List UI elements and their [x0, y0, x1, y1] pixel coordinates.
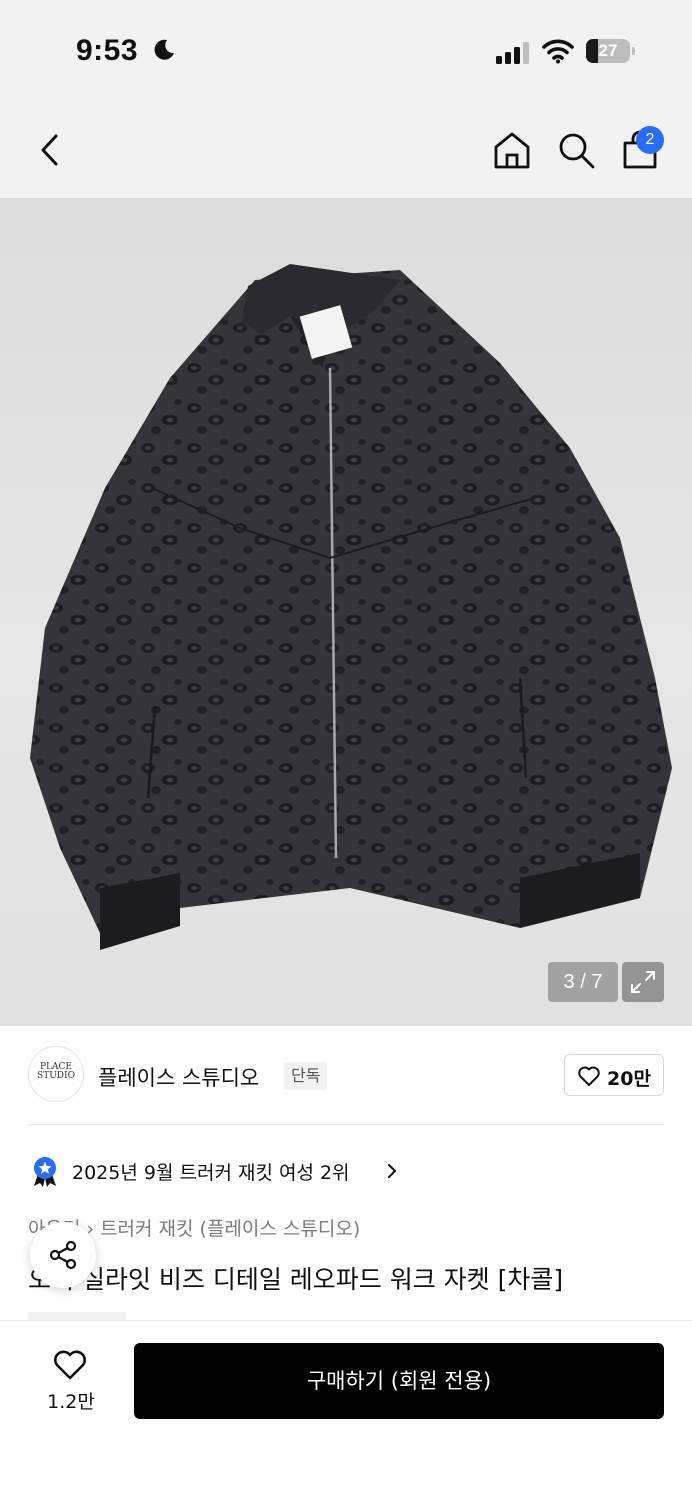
- exclusive-tag: 단독: [284, 1062, 328, 1090]
- wifi-icon: [542, 39, 574, 64]
- buy-button[interactable]: 구매하기 (회원 전용): [134, 1343, 664, 1419]
- chevron-right-icon: [388, 1164, 397, 1178]
- share-button[interactable]: [30, 1222, 96, 1288]
- share-icon: [49, 1240, 77, 1270]
- battery-indicator: 27: [586, 39, 636, 63]
- ranking-badge-icon: [34, 1157, 56, 1187]
- top-nav-bar: [0, 100, 692, 198]
- divider: [28, 1124, 664, 1125]
- ranking-text: 2025년 9월 트러커 재킷 여성 2위: [72, 1162, 350, 1184]
- brand-logo[interactable]: PLACE STUDIO: [28, 1046, 84, 1102]
- back-button[interactable]: [34, 130, 66, 170]
- image-counter: 3 / 7: [548, 962, 618, 1002]
- product-image[interactable]: [0, 198, 692, 1026]
- ranking-link[interactable]: 2025년 9월 트러커 재킷 여성 2위: [32, 1154, 412, 1188]
- battery-cap: [632, 47, 635, 55]
- search-button[interactable]: [556, 130, 596, 170]
- home-button[interactable]: [492, 130, 532, 170]
- heart-icon: [54, 1350, 86, 1380]
- brand-name[interactable]: 플레이스 스튜디오: [98, 1062, 259, 1092]
- heart-icon: [578, 1066, 600, 1086]
- status-time: 9:53: [76, 34, 139, 67]
- brand-like-button[interactable]: 20만: [564, 1054, 664, 1096]
- jacket-photo: [30, 264, 672, 950]
- product-title: 오버 실라잇 비즈 디테일 레오파드 워크 자켓 [차콜]: [28, 1265, 564, 1294]
- breadcrumb-subcategory[interactable]: 트러커 재킷 (플레이스 스튜디오): [100, 1218, 360, 1240]
- status-bar: 9:53 27: [0, 0, 692, 100]
- cellular-signal-icon: [496, 42, 529, 64]
- battery-percent: 27: [598, 41, 618, 60]
- brand-like-count: 20만: [607, 1068, 651, 1090]
- moon-icon: [154, 39, 174, 60]
- brand-logo-text: PLACE STUDIO: [37, 1062, 75, 1081]
- brand-row: PLACE STUDIO 플레이스 스튜디오 단독 20만: [0, 1026, 692, 1126]
- expand-button[interactable]: [622, 962, 664, 1002]
- cart-count-badge: 2: [636, 126, 664, 154]
- wishlist-button[interactable]: 1.2만: [38, 1345, 104, 1415]
- wishlist-count: 1.2만: [47, 1391, 95, 1413]
- bottom-action-bar: 1.2만 구매하기 (회원 전용): [0, 1320, 692, 1500]
